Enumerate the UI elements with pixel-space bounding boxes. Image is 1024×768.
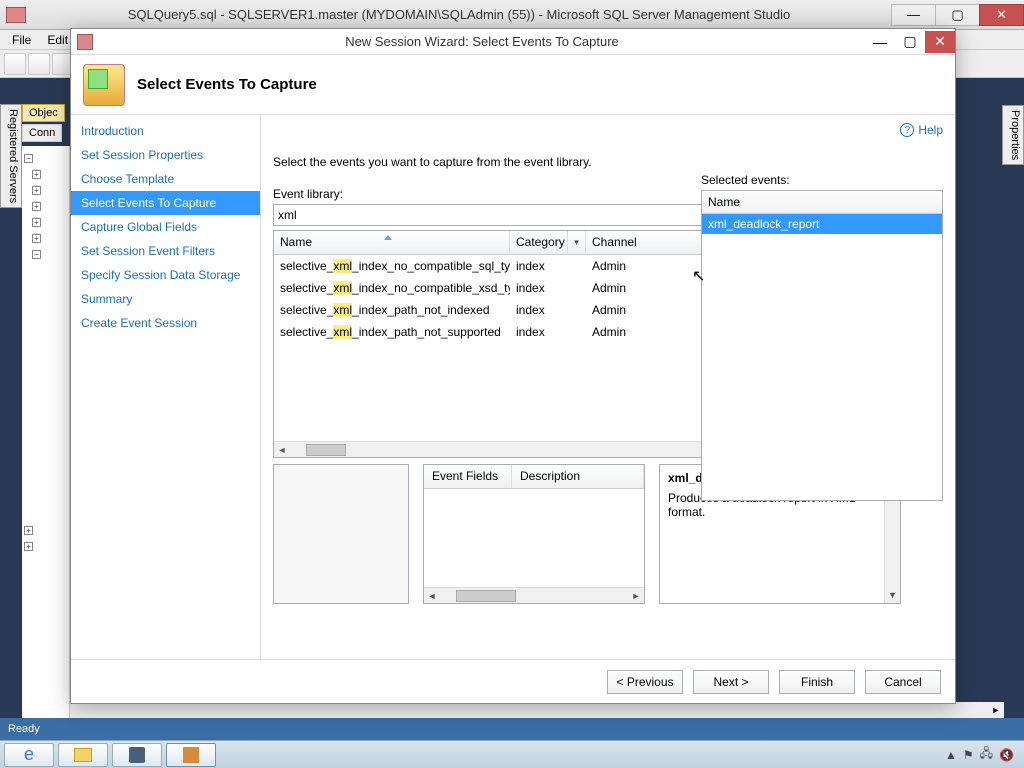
help-link[interactable]: ? Help [900,123,943,137]
nav-item-select-events-to-capture[interactable]: Select Events To Capture [71,191,260,215]
nav-item-capture-global-fields[interactable]: Capture Global Fields [71,215,260,239]
dialog-maximize-button[interactable]: ▢ [895,31,925,53]
taskbar-ie-icon[interactable]: e [4,743,54,767]
next-button[interactable]: Next > [693,670,769,694]
taskbar-server-icon[interactable] [112,743,162,767]
selected-events-grid[interactable]: Name xml_deadlock_report [701,190,943,501]
registered-servers-tab[interactable]: Registered Servers [0,104,22,208]
wizard-step-icon [83,64,125,106]
help-icon: ? [900,123,914,137]
system-tray[interactable]: ▲ ⚑ 🖧 🔇 [945,744,1020,765]
nav-item-create-event-session[interactable]: Create Event Session [71,311,260,335]
nav-item-specify-session-data-storage[interactable]: Specify Session Data Storage [71,263,260,287]
nav-item-summary[interactable]: Summary [71,287,260,311]
close-button[interactable]: ✕ [979,4,1024,26]
search-input[interactable] [273,204,754,226]
minimize-button[interactable]: — [891,4,936,26]
nav-item-introduction[interactable]: Introduction [71,119,260,143]
taskbar: e ▲ ⚑ 🖧 🔇 [0,740,1024,768]
taskbar-explorer-icon[interactable] [58,743,108,767]
sound-icon[interactable]: 🔇 [999,748,1014,762]
main-titlebar: SQLQuery5.sql - SQLSERVER1.master (MYDOM… [0,0,1024,30]
selected-row[interactable]: xml_deadlock_report [702,214,942,234]
selected-column-name[interactable]: Name [702,191,942,214]
flag-icon[interactable]: ⚑ [963,748,974,762]
dialog-titlebar: New Session Wizard: Select Events To Cap… [71,29,955,55]
status-bar: Ready [0,718,1024,740]
menu-file[interactable]: File [4,33,39,47]
main-window-title: SQLQuery5.sql - SQLSERVER1.master (MYDOM… [128,7,791,22]
event-fields-panel[interactable]: Event Fields Description ◄► [423,464,645,604]
previous-button[interactable]: < Previous [607,670,683,694]
nav-item-set-session-event-filters[interactable]: Set Session Event Filters [71,239,260,263]
object-explorer-header[interactable]: Objec [22,104,65,122]
column-event-fields[interactable]: Event Fields [424,465,512,488]
main-window-controls: — ▢ ✕ [892,4,1024,26]
column-category[interactable]: Category [510,231,568,254]
toolbar-button[interactable] [4,53,26,75]
cancel-button[interactable]: Cancel [865,670,941,694]
object-explorer-tree[interactable]: − + + + + + − + + [22,146,70,718]
column-description[interactable]: Description [512,465,644,488]
nav-item-choose-template[interactable]: Choose Template [71,167,260,191]
new-session-wizard-dialog: New Session Wizard: Select Events To Cap… [70,28,956,704]
dialog-close-button[interactable]: ✕ [925,31,955,53]
status-text: Ready [8,723,40,735]
connect-button[interactable]: Conn [22,124,62,142]
toolbar-button[interactable] [28,53,50,75]
properties-tab[interactable]: Properties [1002,105,1024,165]
maximize-button[interactable]: ▢ [935,4,980,26]
selected-events-label: Selected events: [701,173,943,187]
help-label: Help [918,123,943,137]
dialog-minimize-button[interactable]: — [865,31,895,53]
workspace-horizontal-scrollbar[interactable]: ◄► [22,702,1004,718]
nav-item-set-session-properties[interactable]: Set Session Properties [71,143,260,167]
dialog-header: Select Events To Capture [71,55,955,115]
dialog-heading: Select Events To Capture [137,76,317,93]
taskbar-ssms-icon[interactable] [166,743,216,767]
column-name[interactable]: Name [274,231,510,254]
network-icon[interactable]: 🖧 [980,744,993,765]
fields-horizontal-scrollbar[interactable]: ◄► [424,587,644,603]
category-list-panel[interactable] [273,464,409,604]
dialog-title: New Session Wizard: Select Events To Cap… [99,34,865,49]
tray-up-icon[interactable]: ▲ [945,748,957,762]
category-dropdown-icon[interactable]: ▾ [568,231,586,254]
wizard-nav: IntroductionSet Session PropertiesChoose… [71,115,261,659]
instruction-text: Select the events you want to capture fr… [273,155,943,169]
app-icon [6,7,26,23]
dialog-icon [77,34,93,50]
dialog-footer: < Previous Next > Finish Cancel [71,659,955,703]
finish-button[interactable]: Finish [779,670,855,694]
